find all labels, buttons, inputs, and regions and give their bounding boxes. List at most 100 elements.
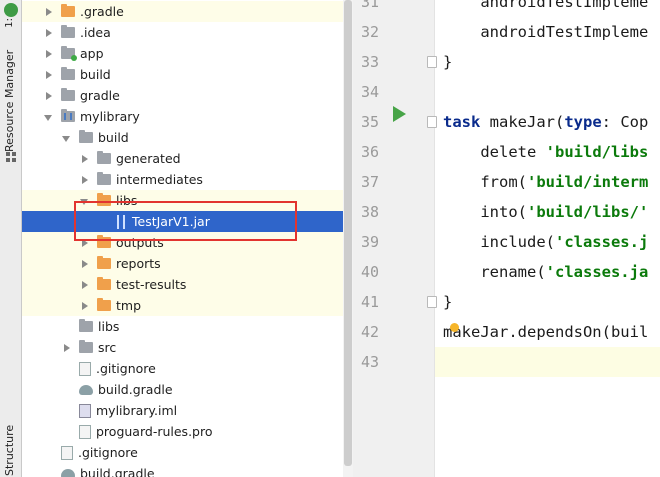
chevron-right-icon[interactable] — [44, 28, 54, 38]
fold-marker-icon[interactable] — [427, 296, 437, 308]
chevron-right-icon[interactable] — [80, 280, 90, 290]
tree-row[interactable]: build — [22, 64, 353, 85]
tree-row[interactable]: outputs — [22, 232, 353, 253]
project-tree: .gradle .idea app build gradle mylibrary build… — [22, 0, 353, 477]
tree-row-label: test-results — [116, 277, 187, 292]
folder-icon — [97, 298, 111, 311]
tree-row[interactable]: reports — [22, 253, 353, 274]
iml-file-icon — [79, 403, 91, 418]
tree-row[interactable]: mylibrary.iml — [22, 400, 353, 421]
folder-icon — [61, 109, 75, 122]
tree-row-label: proguard-rules.pro — [96, 424, 213, 439]
fold-marker-icon[interactable] — [427, 56, 437, 68]
tree-row-label: src — [98, 340, 117, 355]
tree-scrollbar-thumb[interactable] — [344, 0, 352, 466]
folder-icon — [79, 130, 93, 143]
tree-row[interactable]: test-results — [22, 274, 353, 295]
code-text: } — [443, 293, 453, 311]
gradle-file-icon — [79, 384, 93, 395]
folder-icon — [79, 340, 93, 353]
chevron-right-icon[interactable] — [44, 70, 54, 80]
tree-row[interactable]: build.gradle — [22, 379, 353, 400]
code-line: rename('classes.ja — [443, 257, 648, 287]
code-line: into('build/libs/' — [443, 197, 648, 227]
chevron-right-icon[interactable] — [62, 343, 72, 353]
structure-tab[interactable]: Structure — [3, 424, 16, 476]
folder-icon — [97, 193, 111, 206]
tree-row-label: outputs — [116, 235, 164, 250]
code-line: androidTestImpleme — [443, 17, 648, 47]
tree-row[interactable]: .idea — [22, 22, 353, 43]
intention-bulb-icon[interactable] — [450, 323, 459, 332]
library-badge-icon — [64, 113, 72, 120]
line-number: 40 — [360, 263, 379, 281]
tree-row[interactable]: intermediates — [22, 169, 353, 190]
chevron-right-icon[interactable] — [80, 154, 90, 164]
chevron-down-icon[interactable] — [80, 196, 90, 206]
chevron-right-icon[interactable] — [80, 238, 90, 248]
tree-row-label: libs — [116, 193, 138, 208]
code-line: from('build/interm — [443, 167, 648, 197]
folder-icon — [97, 256, 111, 269]
text-file-icon — [79, 361, 91, 376]
chevron-down-icon[interactable] — [44, 112, 54, 122]
tree-row-label: gradle — [80, 88, 120, 103]
resource-manager-tab[interactable]: Resource Manager — [3, 24, 16, 152]
tree-row[interactable]: libs — [22, 190, 353, 211]
tree-row-label: TestJarV1.jar — [132, 214, 210, 229]
tree-row[interactable]: build.gradle — [22, 463, 353, 477]
tree-row-label: .gradle — [80, 4, 124, 19]
tree-row[interactable]: gradle — [22, 85, 353, 106]
tree-row[interactable]: tmp — [22, 295, 353, 316]
project-tool-icon[interactable] — [4, 3, 18, 17]
chevron-right-icon[interactable] — [44, 91, 54, 101]
chevron-right-icon[interactable] — [44, 7, 54, 17]
chevron-right-icon[interactable] — [80, 175, 90, 185]
code-line: androidTestImpleme — [443, 0, 648, 17]
tree-row[interactable]: mylibrary — [22, 106, 353, 127]
module-badge-icon — [71, 55, 77, 61]
tree-row-label: .gitignore — [96, 361, 156, 376]
code-string: 'build/interm — [527, 173, 649, 191]
line-number: 33 — [360, 53, 379, 71]
gradle-file-icon — [61, 468, 75, 477]
text-file-icon — [61, 445, 73, 460]
tree-row[interactable]: .gitignore — [22, 358, 353, 379]
folder-icon — [97, 151, 111, 164]
tree-scrollbar[interactable] — [343, 0, 353, 477]
tree-row-label: build.gradle — [80, 466, 155, 477]
tree-row[interactable]: app — [22, 43, 353, 64]
tree-row[interactable]: proguard-rules.pro — [22, 421, 353, 442]
tree-row-label: generated — [116, 151, 181, 166]
code-text: delete — [443, 143, 546, 161]
tree-row[interactable]: generated — [22, 148, 353, 169]
code-line: task makeJar(type: Cop — [443, 107, 648, 137]
chevron-right-icon[interactable] — [44, 49, 54, 59]
tool-window-strip: 1: Resource Manager Structure — [0, 0, 22, 477]
tree-row-label: reports — [116, 256, 161, 271]
chevron-down-icon[interactable] — [62, 133, 72, 143]
current-line-highlight — [435, 347, 660, 377]
code-line: } — [443, 47, 452, 77]
code-text: from( — [443, 173, 527, 191]
tree-row[interactable]: .gitignore — [22, 442, 353, 463]
chevron-right-icon[interactable] — [80, 301, 90, 311]
tree-row[interactable]: TestJarV1.jar — [22, 211, 353, 232]
tree-row[interactable]: .gradle — [22, 1, 353, 22]
code-text: makeJar( — [480, 113, 565, 131]
tree-row-label: build.gradle — [98, 382, 173, 397]
tree-row-label: app — [80, 46, 104, 61]
line-number: 31 — [360, 0, 379, 11]
tree-row[interactable]: src — [22, 337, 353, 358]
folder-icon — [61, 46, 77, 61]
code-keyword: task — [443, 113, 481, 131]
tree-row[interactable]: build — [22, 127, 353, 148]
fold-marker-icon[interactable] — [427, 116, 437, 128]
line-number: 36 — [360, 143, 379, 161]
run-task-icon[interactable] — [393, 106, 406, 122]
code-text: makeJar.dependsOn(buil — [443, 323, 649, 341]
folder-icon — [61, 67, 75, 80]
line-number: 39 — [360, 233, 379, 251]
tree-row[interactable]: libs — [22, 316, 353, 337]
chevron-right-icon[interactable] — [80, 259, 90, 269]
